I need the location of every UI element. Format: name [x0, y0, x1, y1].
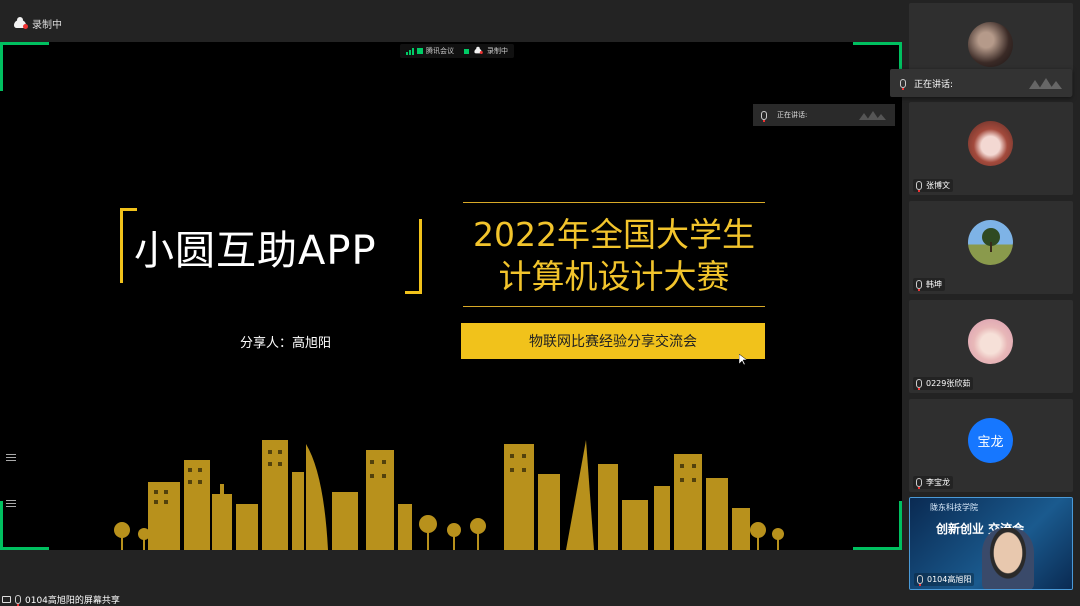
slide-title-line-1: 2022年全国大学生	[473, 215, 755, 254]
signal-icon	[406, 47, 414, 55]
cloud-record-icon	[474, 46, 483, 54]
slide-subtitle: 物联网比赛经验分享交流会	[529, 334, 697, 350]
screen-share-label[interactable]: 0104高旭阳的屏幕共享	[2, 592, 120, 606]
cloud-record-icon	[14, 16, 28, 29]
screen-corner-bottom-left	[0, 501, 49, 550]
mic-icon	[15, 594, 21, 606]
participant-name-tag: 李宝龙	[913, 476, 953, 489]
screen-share-text: 0104高旭阳的屏幕共享	[25, 595, 120, 606]
inner-recording-label: 录制中	[487, 47, 508, 55]
participant-avatar	[968, 220, 1013, 265]
participant-name: 0104高旭阳	[927, 575, 972, 584]
participant-video-tile[interactable]: 陇东科技学院 创新创业 交流会 0104高旭阳	[909, 497, 1073, 590]
participant-tile[interactable]: 韩坤	[909, 201, 1073, 294]
speaking-wave-icon	[1029, 78, 1063, 89]
slide-subtitle-box: 物联网比赛经验分享交流会	[461, 323, 765, 359]
participant-avatar	[968, 121, 1013, 166]
participant-name: 韩坤	[926, 280, 942, 289]
mic-icon	[900, 78, 906, 90]
participant-name-tag: 0104高旭阳	[914, 573, 975, 586]
cursor-icon	[739, 354, 747, 366]
speaking-wave-icon	[859, 111, 887, 120]
title-top-divider	[463, 202, 765, 203]
mic-icon	[916, 280, 922, 291]
participant-name-tag: 张博文	[913, 179, 953, 192]
recording-label: 录制中	[32, 20, 62, 31]
participant-tile[interactable]: 张博文	[909, 102, 1073, 195]
list-toggle-icon[interactable]	[6, 452, 16, 462]
list-toggle-icon-2[interactable]	[6, 498, 16, 508]
slide-presenter: 分享人：高旭阳	[240, 336, 332, 351]
meeting-app-label: 腾讯会议	[426, 47, 454, 55]
video-org-text: 陇东科技学院	[930, 503, 978, 512]
frame-bracket-right	[405, 219, 422, 294]
screen-corner-bottom-right	[853, 501, 902, 550]
participant-tile[interactable]: 宝龙 李宝龙	[909, 399, 1073, 492]
slide-main-title: 2022年全国大学生 计算机设计大赛	[463, 214, 765, 298]
mic-icon	[761, 110, 767, 122]
participant-avatar	[968, 22, 1013, 67]
participant-name: 张博文	[926, 181, 950, 190]
speaking-popup-label: 正在讲话:	[914, 79, 954, 90]
participant-face	[982, 528, 1034, 589]
participant-avatar	[968, 319, 1013, 364]
participant-avatar: 宝龙	[968, 418, 1013, 463]
mic-icon	[916, 379, 922, 390]
meeting-status-icon	[417, 48, 423, 54]
mic-icon	[916, 478, 922, 489]
mic-icon	[917, 575, 923, 586]
participant-name-tag: 韩坤	[913, 278, 945, 291]
recording-indicator[interactable]: 录制中	[14, 16, 62, 31]
participant-name-tag: 0229张欣茹	[913, 377, 974, 390]
slide-title-line-2: 计算机设计大赛	[498, 257, 730, 296]
screen-corner-top-left	[0, 42, 49, 91]
audio-icon	[464, 48, 469, 54]
screen-speaking-label: 正在讲话:	[777, 111, 808, 119]
shared-screen: 腾讯会议 录制中 正在讲话: 小圆互助APP 2022年全国大学生 计算机设计大…	[0, 42, 902, 550]
title-bottom-divider	[463, 306, 765, 307]
speaking-popup: 正在讲话:	[890, 69, 1072, 97]
city-skyline-illustration	[114, 440, 784, 550]
app-title-frame: 小圆互助APP	[120, 208, 422, 294]
participant-name: 李宝龙	[926, 478, 950, 487]
participant-tile[interactable]: 0229张欣茹	[909, 300, 1073, 393]
participant-name: 0229张欣茹	[926, 379, 971, 388]
mic-icon	[916, 181, 922, 192]
screen-share-icon	[2, 595, 11, 603]
shared-screen-status-bar: 腾讯会议 录制中	[400, 44, 514, 58]
slide-app-title: 小圆互助APP	[134, 228, 377, 274]
screen-speaking-indicator: 正在讲话:	[753, 104, 895, 126]
